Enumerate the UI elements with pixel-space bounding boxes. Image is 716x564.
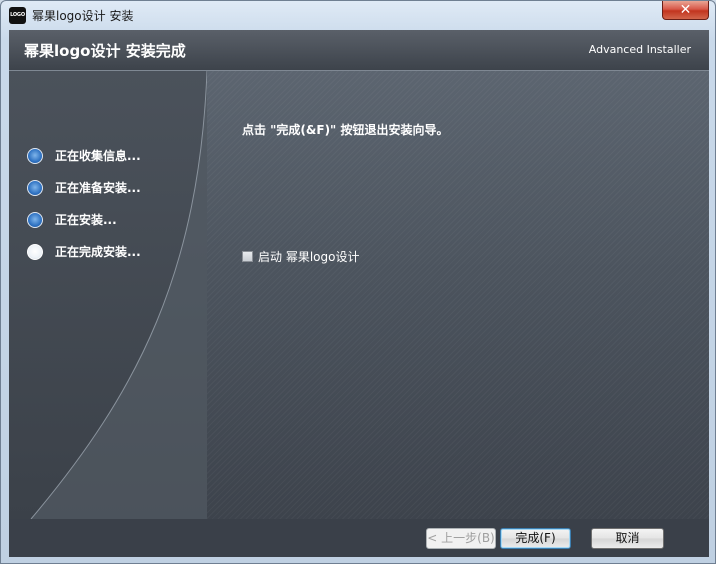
content-panel: 点击 "完成(&F)" 按钮退出安装向导。 启动 幂果logo设计	[207, 71, 709, 519]
button-bar: < 上一步(B) 完成(F) 取消	[9, 519, 709, 557]
launch-checkbox[interactable]	[242, 251, 253, 262]
step-label: 正在收集信息...	[55, 149, 141, 163]
step-done-icon	[27, 212, 43, 228]
step-label: 正在准备安装...	[55, 181, 141, 195]
step-done-icon	[27, 148, 43, 164]
page-title: 幂果logo设计 安装完成	[24, 42, 186, 60]
step-label: 正在安装...	[55, 213, 117, 227]
wizard-body: 幂果logo设计 安装完成 Advanced Installer 正在收集信息.…	[9, 30, 709, 557]
cancel-button[interactable]: 取消	[591, 528, 664, 549]
window-title: 幂果logo设计 安装	[32, 9, 134, 23]
close-button[interactable]: ✕	[662, 1, 709, 20]
step-current-icon	[27, 244, 43, 260]
back-button[interactable]: < 上一步(B)	[426, 528, 496, 549]
finish-button[interactable]: 完成(F)	[500, 528, 571, 549]
installer-window: LOGO 幂果logo设计 安装 ✕ 幂果logo设计 安装完成 Advance…	[0, 0, 716, 564]
sidebar-decoration	[30, 71, 207, 519]
app-logo-icon: LOGO	[9, 7, 26, 24]
launch-checkbox-label[interactable]: 启动 幂果logo设计	[258, 249, 359, 265]
finish-instruction: 点击 "完成(&F)" 按钮退出安装向导。	[242, 123, 449, 137]
title-bar[interactable]: LOGO 幂果logo设计 安装 ✕	[1, 1, 715, 30]
step-label: 正在完成安装...	[55, 245, 141, 259]
wizard-header: 幂果logo设计 安装完成 Advanced Installer	[9, 30, 709, 71]
step-done-icon	[27, 180, 43, 196]
brand-label: Advanced Installer	[588, 43, 691, 56]
steps-sidebar: 正在收集信息... 正在准备安装... 正在安装... 正在完成安装...	[9, 71, 207, 519]
